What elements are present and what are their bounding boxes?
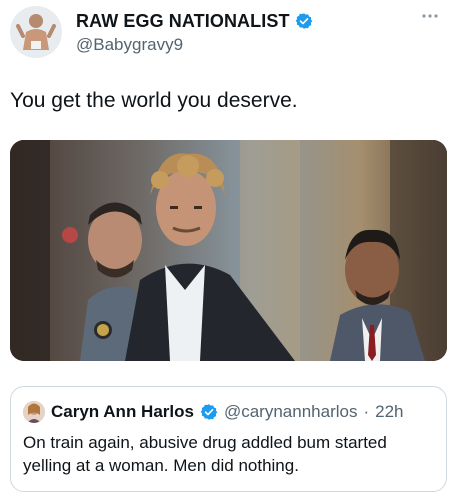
- more-horizontal-icon[interactable]: [420, 6, 440, 26]
- quoted-post-header: Caryn Ann Harlos @carynannharlos · 22h: [23, 401, 404, 423]
- quoted-post-time[interactable]: 22h: [375, 401, 403, 423]
- post-text: You get the world you deserve.: [10, 89, 298, 112]
- verified-badge-icon: [200, 404, 218, 420]
- author-display-name[interactable]: RAW EGG NATIONALIST: [76, 10, 290, 32]
- quoted-author-avatar[interactable]: [23, 401, 45, 423]
- quoted-author-display-name[interactable]: Caryn Ann Harlos: [51, 401, 194, 423]
- post-header: RAW EGG NATIONALIST @Babygravy9: [10, 6, 440, 62]
- post-photo[interactable]: [10, 140, 447, 361]
- author-avatar[interactable]: [10, 6, 62, 58]
- author-names: RAW EGG NATIONALIST @Babygravy9: [76, 10, 313, 56]
- verified-badge-icon: [295, 13, 312, 29]
- quoted-author-handle[interactable]: @carynannharlos: [224, 401, 358, 423]
- author-handle[interactable]: @Babygravy9: [76, 34, 313, 56]
- quoted-post[interactable]: Caryn Ann Harlos @carynannharlos · 22h O…: [10, 386, 447, 492]
- meta-separator: ·: [363, 402, 370, 421]
- quoted-post-text: On train again, abusive drug addled bum …: [23, 433, 387, 475]
